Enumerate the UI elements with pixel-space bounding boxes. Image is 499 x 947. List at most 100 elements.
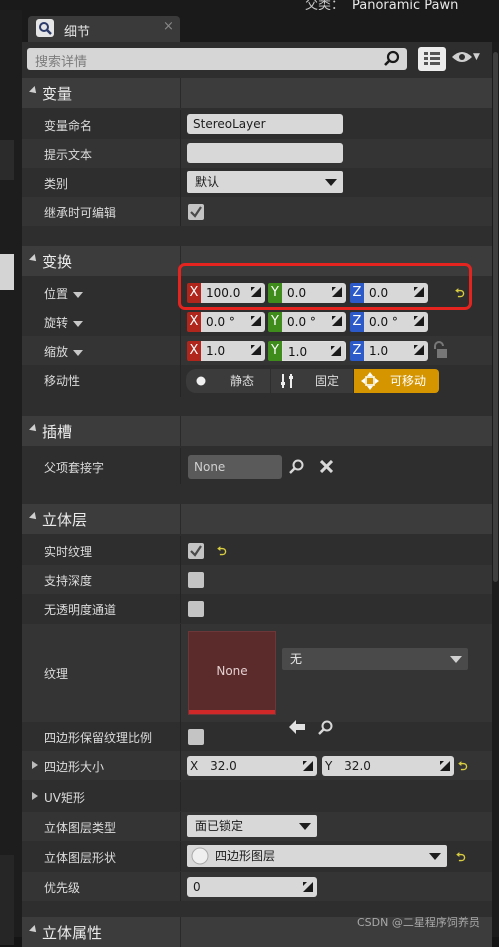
row-no-alpha: 无透明度通道	[22, 594, 492, 623]
scrollbar-thumb[interactable]	[493, 52, 498, 582]
rotation-x-field[interactable]: X 0.0 °	[187, 312, 265, 332]
left-gutter	[0, 10, 22, 945]
quad-size-y-value: 32.0	[344, 759, 371, 773]
row-category: 类别 默认	[22, 168, 492, 197]
category-variable[interactable]: 变量	[22, 78, 492, 108]
search-icon[interactable]	[383, 50, 401, 68]
scale-y-field[interactable]: Y 1.0	[268, 341, 346, 361]
tooltip-input[interactable]	[187, 143, 343, 163]
property-matrix-button[interactable]	[418, 47, 446, 71]
category-stereo-layer-title: 立体层	[42, 511, 88, 529]
search-input[interactable]: 搜索详情	[35, 51, 87, 70]
tab-details[interactable]: 细节 ×	[28, 16, 180, 42]
expand-arrow-icon[interactable]	[32, 792, 38, 800]
mobility-stationary-label: 固定	[315, 374, 340, 388]
inherit-editable-checkbox[interactable]	[188, 204, 204, 220]
no-alpha-checkbox[interactable]	[188, 601, 204, 617]
row-quad-size: 四边形大小 X 32.0 Y 32.0 ⮌	[22, 751, 492, 780]
parent-socket-label: 父项套接字	[44, 461, 105, 475]
category-dropdown[interactable]: 默认	[187, 171, 343, 193]
dropdown-caret-icon	[429, 853, 441, 860]
chevron-down-icon	[73, 349, 84, 356]
lock-icon[interactable]	[432, 341, 448, 359]
axis-x-label: X	[187, 312, 201, 332]
rotation-y-value: 0.0 °	[287, 315, 316, 329]
mobility-selector[interactable]: 静态 固定 可移动	[186, 369, 439, 393]
priority-input[interactable]: 0	[187, 877, 317, 897]
row-layer-type: 立体图层类型 面已锁定	[22, 812, 492, 841]
axis-z-label: Z	[350, 341, 364, 361]
quad-size-x-field[interactable]: X 32.0	[187, 756, 317, 776]
scrollbar[interactable]	[492, 42, 499, 937]
scale-label[interactable]: 缩放	[44, 343, 84, 360]
mobility-static-button[interactable]: 静态	[186, 369, 270, 393]
mobility-stationary-button[interactable]: 固定	[271, 369, 353, 393]
parent-socket-input[interactable]: None	[188, 455, 282, 479]
details-panel: 搜索详情 ▼ 变量 变量命名 StereoLayer 提示文本 类别 默认 继承…	[22, 42, 492, 947]
location-highlight-box	[178, 263, 472, 310]
expand-arrow-icon[interactable]	[32, 761, 38, 769]
row-layer-shape: 立体图层形状 四边形图层 ⮌	[22, 842, 492, 871]
search-box[interactable]: 搜索详情	[27, 48, 407, 70]
location-label[interactable]: 位置	[44, 285, 84, 302]
clear-x-icon[interactable]	[320, 460, 333, 473]
rotation-z-field[interactable]: Z 0.0 °	[350, 312, 428, 332]
collapse-arrow-icon	[29, 424, 39, 434]
axis-x-label: X	[190, 759, 199, 773]
rotation-y-field[interactable]: Y 0.0 °	[268, 312, 346, 332]
eye-icon	[452, 52, 472, 62]
window-title-strip: 父类： Panoramic Pawn	[0, 0, 499, 14]
axis-y-label: Y	[268, 341, 282, 361]
row-live-texture: 实时纹理 ⮌	[22, 536, 492, 565]
dropdown-caret-icon	[450, 656, 462, 663]
priority-value: 0	[193, 880, 201, 894]
reset-live-texture-icon[interactable]: ⮌	[217, 542, 227, 563]
variable-name-label: 变量命名	[44, 119, 93, 133]
drag-handle-icon	[251, 316, 261, 326]
scale-z-field[interactable]: Z 1.0	[350, 341, 428, 361]
texture-thumbnail-bar	[189, 710, 275, 714]
drag-handle-icon	[332, 316, 342, 326]
rotation-label[interactable]: 旋转	[44, 314, 84, 331]
layer-shape-dropdown[interactable]: 四边形图层	[187, 845, 447, 867]
gutter-panel-fragment	[0, 140, 14, 180]
texture-thumbnail-label: None	[216, 664, 248, 678]
axis-y-label: Y	[268, 312, 282, 332]
chevron-down-icon	[73, 320, 84, 327]
row-tooltip: 提示文本	[22, 139, 492, 168]
live-texture-checkbox[interactable]	[188, 543, 204, 559]
layer-type-label: 立体图层类型	[44, 821, 117, 835]
support-depth-checkbox[interactable]	[188, 572, 204, 588]
scale-x-field[interactable]: X 1.0	[187, 341, 265, 361]
quad-keep-ratio-checkbox[interactable]	[188, 729, 204, 745]
texture-asset-dropdown[interactable]: 无	[282, 648, 468, 670]
layer-shape-value: 四边形图层	[215, 849, 276, 863]
tab-bar: 细节 ×	[22, 10, 499, 42]
reset-layer-shape-icon[interactable]: ⮌	[456, 848, 466, 869]
details-magnifier-icon	[36, 19, 54, 37]
category-stereo-properties-title: 立体属性	[42, 924, 103, 942]
category-socket-title: 插槽	[42, 423, 73, 441]
texture-thumbnail[interactable]: None	[188, 631, 276, 715]
layer-type-dropdown[interactable]: 面已锁定	[187, 815, 317, 837]
reset-quad-size-icon[interactable]: ⮌	[458, 757, 468, 778]
view-options-button[interactable]: ▼	[451, 50, 480, 67]
no-alpha-label: 无透明度通道	[44, 603, 117, 617]
live-texture-label: 实时纹理	[44, 545, 93, 559]
collapse-arrow-icon	[29, 512, 39, 522]
texture-asset-value: 无	[290, 652, 303, 666]
browse-search-icon[interactable]	[289, 459, 305, 475]
drag-handle-icon	[303, 882, 313, 892]
quad-size-y-field[interactable]: Y 32.0	[322, 756, 454, 776]
collapse-arrow-icon	[29, 86, 39, 96]
drag-handle-icon	[331, 346, 341, 356]
category-socket[interactable]: 插槽	[22, 416, 492, 446]
category-label: 类别	[44, 177, 69, 191]
category-stereo-layer[interactable]: 立体层	[22, 504, 492, 534]
variable-name-input[interactable]: StereoLayer	[187, 114, 343, 134]
drag-handle-icon	[303, 761, 313, 771]
tab-close-icon[interactable]: ×	[163, 19, 174, 34]
mobility-movable-button[interactable]: 可移动	[354, 369, 439, 393]
drag-handle-icon	[440, 761, 450, 771]
gutter-tab-fragment[interactable]	[0, 254, 14, 290]
